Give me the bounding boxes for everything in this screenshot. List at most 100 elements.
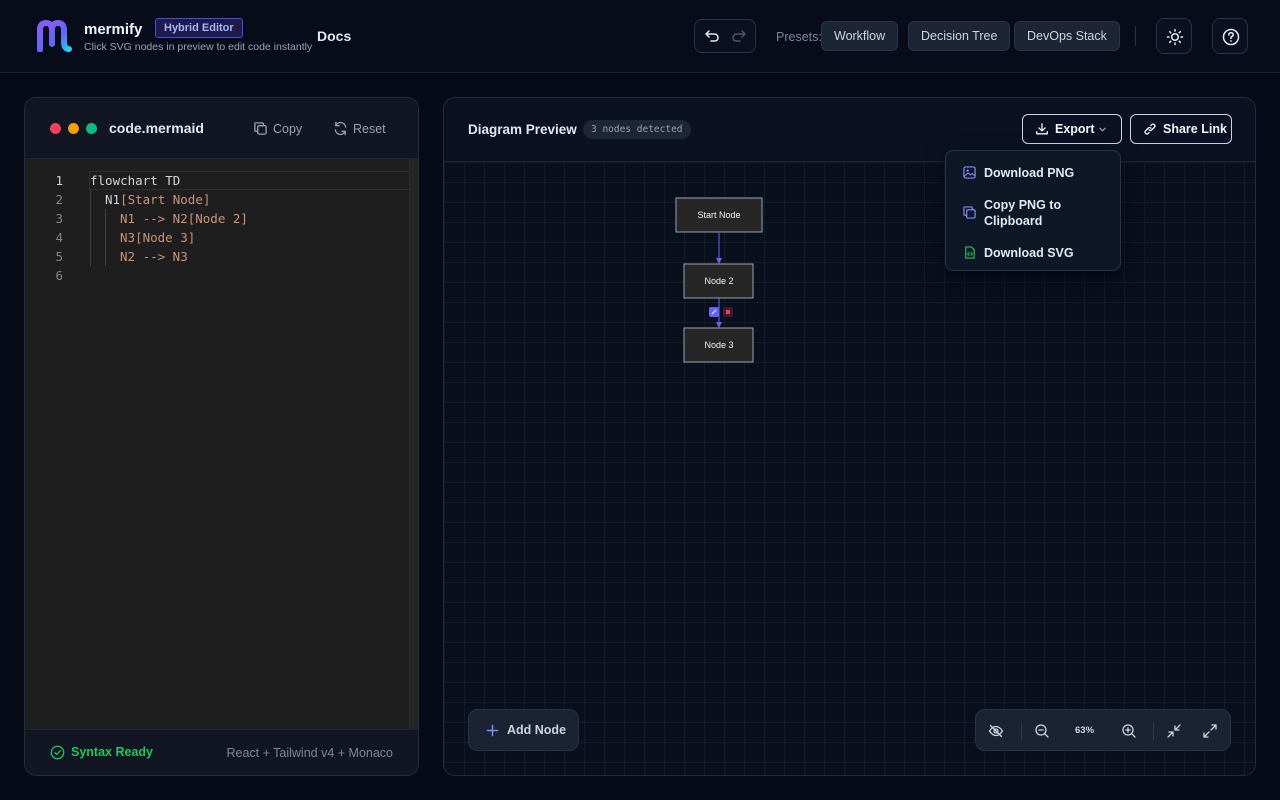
plus-icon: [486, 724, 499, 737]
menu-copy-png-label-2: Clipboard: [984, 214, 1043, 228]
copy-icon: [963, 206, 976, 219]
maximize-icon[interactable]: [1202, 723, 1218, 739]
menu-download-png-label: Download PNG: [984, 166, 1075, 180]
zoom-in-icon[interactable]: [1121, 723, 1137, 739]
hybrid-editor-badge: Hybrid Editor: [155, 18, 243, 38]
line-number: 4: [55, 230, 63, 245]
diagram-node-2[interactable]: Node 2: [683, 263, 754, 299]
edge-delete-icon[interactable]: [723, 307, 733, 317]
code-text: N1 --> N2: [120, 211, 188, 226]
nodes-detected-badge: 3 nodes detected: [583, 120, 691, 139]
line-number: 3: [55, 211, 63, 226]
code-string: [Node 2]: [187, 211, 248, 226]
download-icon: [1036, 123, 1048, 135]
file-code-icon: [965, 246, 975, 259]
sun-icon: [1166, 28, 1184, 46]
menu-copy-png[interactable]: Copy PNG to Clipboard: [946, 197, 1120, 229]
reset-button[interactable]: Reset: [333, 121, 386, 137]
zoom-level: 63%: [1075, 725, 1095, 736]
node-label: Node 3: [704, 340, 733, 350]
toolbar-separator: [1021, 722, 1022, 740]
code-line: 6: [25, 266, 418, 285]
minimize-icon[interactable]: [1166, 723, 1182, 739]
docs-link[interactable]: Docs: [317, 28, 351, 44]
app-header: mermify Hybrid Editor Click SVG nodes in…: [0, 0, 1280, 73]
menu-copy-png-label-1: Copy PNG to: [984, 198, 1062, 212]
line-number: 5: [55, 249, 63, 264]
node-label: Start Node: [697, 210, 740, 220]
file-name: code.mermaid: [109, 120, 204, 136]
syntax-status-label: Syntax Ready: [71, 745, 153, 759]
code-string: [Start Node]: [120, 192, 211, 207]
share-link-label: Share Link: [1163, 122, 1227, 136]
redo-icon[interactable]: [731, 28, 747, 44]
undo-redo-group: [694, 19, 756, 53]
code-line: 1 flowchart TD: [25, 171, 418, 190]
code-editor-panel: code.mermaid Copy Reset 1 flowchart TD 2…: [24, 97, 419, 776]
preset-decision-tree-button[interactable]: Decision Tree: [908, 21, 1011, 51]
menu-download-svg-label: Download SVG: [984, 246, 1074, 260]
image-icon: [963, 166, 976, 179]
edge-edit-icon[interactable]: [709, 307, 719, 317]
help-button[interactable]: [1212, 18, 1248, 54]
window-dot-yellow: [68, 123, 79, 134]
brand-name: mermify: [84, 21, 143, 38]
editor-scrollbar[interactable]: [409, 159, 418, 730]
add-node-button[interactable]: Add Node: [468, 709, 579, 751]
copy-icon: [254, 122, 267, 135]
mermify-logo-icon: [37, 20, 72, 52]
chevron-down-icon: [1099, 127, 1106, 132]
toolbar-separator: [1153, 722, 1154, 740]
code-line: 2 N1[Start Node]: [25, 190, 418, 209]
check-circle-icon: [50, 745, 65, 760]
line-number: 2: [55, 192, 63, 207]
copy-button[interactable]: Copy: [253, 121, 302, 137]
code-text: flowchart TD: [90, 173, 181, 188]
code-editor[interactable]: 1 flowchart TD 2 N1[Start Node] 3 N1 -->…: [25, 159, 418, 730]
editor-footer: Syntax Ready React + Tailwind v4 + Monac…: [25, 729, 418, 775]
presets-label: Presets:: [776, 30, 822, 44]
line-number: 1: [55, 173, 63, 188]
editor-header: code.mermaid Copy Reset: [25, 98, 418, 159]
export-button[interactable]: Export: [1022, 114, 1122, 144]
code-line: 4 N3[Node 3]: [25, 228, 418, 247]
code-text: N3: [120, 230, 136, 245]
node-label: Node 2: [704, 276, 733, 286]
diagram-preview-panel: Diagram Preview 3 nodes detected Export …: [443, 97, 1256, 776]
undo-icon[interactable]: [704, 28, 720, 44]
mermaid-diagram: Start Node Node 2 Node 3: [675, 197, 763, 363]
preset-workflow-button[interactable]: Workflow: [821, 21, 899, 51]
code-line: 5 N2 --> N3: [25, 247, 418, 266]
tech-stack-label: React + Tailwind v4 + Monaco: [226, 746, 393, 760]
export-label: Export: [1055, 122, 1095, 136]
code-line: 3 N1 --> N2[Node 2]: [25, 209, 418, 228]
menu-download-svg[interactable]: Download SVG: [946, 245, 1120, 261]
zoom-out-icon[interactable]: [1034, 723, 1050, 739]
line-number: 6: [55, 268, 63, 283]
preset-devops-stack-button[interactable]: DevOps Stack: [1014, 21, 1120, 51]
tagline: Click SVG nodes in preview to edit code …: [84, 41, 313, 53]
code-text: N2 --> N3: [120, 249, 188, 264]
diagram-canvas[interactable]: Start Node Node 2 Node 3: [444, 162, 1255, 775]
preview-title: Diagram Preview: [468, 122, 577, 137]
window-dot-green: [86, 123, 97, 134]
refresh-icon: [334, 121, 347, 136]
menu-download-png[interactable]: Download PNG: [946, 165, 1120, 181]
share-link-button[interactable]: Share Link: [1130, 114, 1232, 144]
help-circle-icon: [1222, 28, 1240, 46]
window-dot-red: [50, 123, 61, 134]
code-text: N1: [105, 192, 121, 207]
diagram-node-start[interactable]: Start Node: [675, 197, 763, 233]
export-menu: Download PNG Copy PNG to Clipboard Downl…: [945, 150, 1121, 271]
diagram-node-3[interactable]: Node 3: [683, 327, 754, 363]
syntax-status: Syntax Ready: [50, 745, 153, 760]
header-divider: [1135, 26, 1136, 46]
add-node-label: Add Node: [507, 723, 567, 737]
eye-off-icon[interactable]: [988, 723, 1004, 739]
copy-label: Copy: [273, 122, 303, 136]
code-string: [Node 3]: [135, 230, 196, 245]
reset-label: Reset: [353, 122, 386, 136]
zoom-toolbar: 63%: [975, 709, 1231, 751]
preview-header: Diagram Preview 3 nodes detected Export …: [444, 98, 1255, 162]
theme-toggle-button[interactable]: [1156, 18, 1192, 54]
